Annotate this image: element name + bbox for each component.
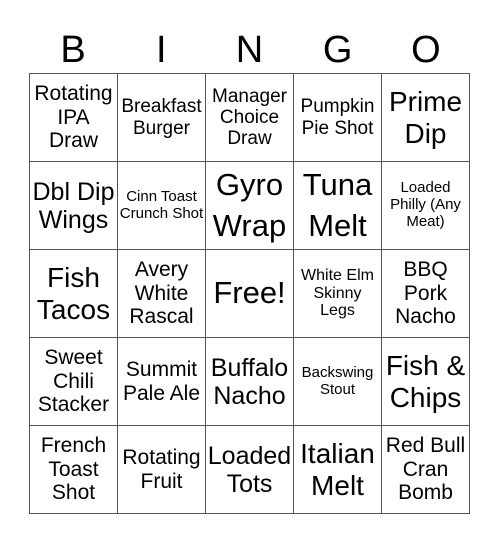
cell-label: Loaded Philly (Any Meat): [390, 179, 461, 230]
cell-label: Buffalo Nacho: [210, 353, 289, 410]
bingo-cell[interactable]: BBQ Pork Nacho: [382, 250, 470, 338]
cell-label: Backswing Stout: [301, 363, 374, 398]
cell-label: Tuna Melt: [302, 167, 373, 243]
bingo-cell[interactable]: Red Bull Cran Bomb: [382, 426, 470, 514]
cell-label: Dbl Dip Wings: [32, 177, 115, 234]
cell-label: Free!: [213, 275, 286, 311]
bingo-cell[interactable]: Loaded Tots: [206, 426, 294, 514]
bingo-cell[interactable]: Fish Tacos: [30, 250, 118, 338]
cell-label: Sweet Chili Stacker: [37, 346, 110, 417]
bingo-cell[interactable]: Fish & Chips: [382, 338, 470, 426]
bingo-cell[interactable]: Summit Pale Ale: [118, 338, 206, 426]
free-space-cell[interactable]: Free!: [206, 250, 294, 338]
bingo-cell[interactable]: Avery White Rascal: [118, 250, 206, 338]
cell-label: Avery White Rascal: [129, 258, 194, 329]
bingo-cell[interactable]: Prime Dip: [382, 74, 470, 162]
cell-label: Summit Pale Ale: [122, 357, 201, 405]
cell-label: Gyro Wrap: [212, 167, 287, 243]
cell-label: Rotating IPA Draw: [34, 82, 113, 153]
header-letter-g: G: [322, 29, 353, 71]
cell-label: Breakfast Burger: [121, 96, 202, 139]
cell-label: Loaded Tots: [207, 441, 292, 498]
bingo-cell[interactable]: Rotating Fruit: [118, 426, 206, 514]
bingo-cell[interactable]: Buffalo Nacho: [206, 338, 294, 426]
cell-label: Prime Dip: [388, 86, 463, 149]
header-letter-n: N: [235, 29, 264, 71]
bingo-cell[interactable]: Rotating IPA Draw: [30, 74, 118, 162]
cell-label: White Elm Skinny Legs: [301, 266, 374, 320]
bingo-cell[interactable]: French Toast Shot: [30, 426, 118, 514]
bingo-cell[interactable]: Dbl Dip Wings: [30, 162, 118, 250]
bingo-cell[interactable]: Backswing Stout: [294, 338, 382, 426]
bingo-cell[interactable]: Italian Melt: [294, 426, 382, 514]
bingo-cell[interactable]: White Elm Skinny Legs: [294, 250, 382, 338]
cell-label: Fish Tacos: [36, 262, 111, 325]
cell-label: Pumpkin Pie Shot: [300, 96, 375, 139]
bingo-cell[interactable]: Manager Choice Draw: [206, 74, 294, 162]
bingo-cell[interactable]: Gyro Wrap: [206, 162, 294, 250]
cell-label: Rotating Fruit: [122, 445, 201, 493]
bingo-cell[interactable]: Pumpkin Pie Shot: [294, 74, 382, 162]
header-letter-o: O: [411, 29, 441, 71]
cell-label: Italian Melt: [300, 438, 375, 501]
header-letter-b: B: [60, 29, 86, 71]
cell-label: French Toast Shot: [40, 434, 107, 505]
header-letter-i: I: [156, 29, 167, 71]
cell-label: Cinn Toast Crunch Shot: [119, 187, 204, 222]
bingo-grid: Rotating IPA Draw Breakfast Burger Manager…: [29, 73, 470, 514]
bingo-cell[interactable]: Cinn Toast Crunch Shot: [118, 162, 206, 250]
cell-label: Red Bull Cran Bomb: [385, 434, 466, 505]
bingo-header: B I N G O: [29, 28, 470, 73]
cell-label: Manager Choice Draw: [212, 85, 287, 150]
bingo-cell[interactable]: Loaded Philly (Any Meat): [382, 162, 470, 250]
bingo-cell[interactable]: Sweet Chili Stacker: [30, 338, 118, 426]
bingo-cell[interactable]: Breakfast Burger: [118, 74, 206, 162]
bingo-cell[interactable]: Tuna Melt: [294, 162, 382, 250]
cell-label: BBQ Pork Nacho: [395, 258, 456, 329]
cell-label: Fish & Chips: [385, 350, 466, 413]
